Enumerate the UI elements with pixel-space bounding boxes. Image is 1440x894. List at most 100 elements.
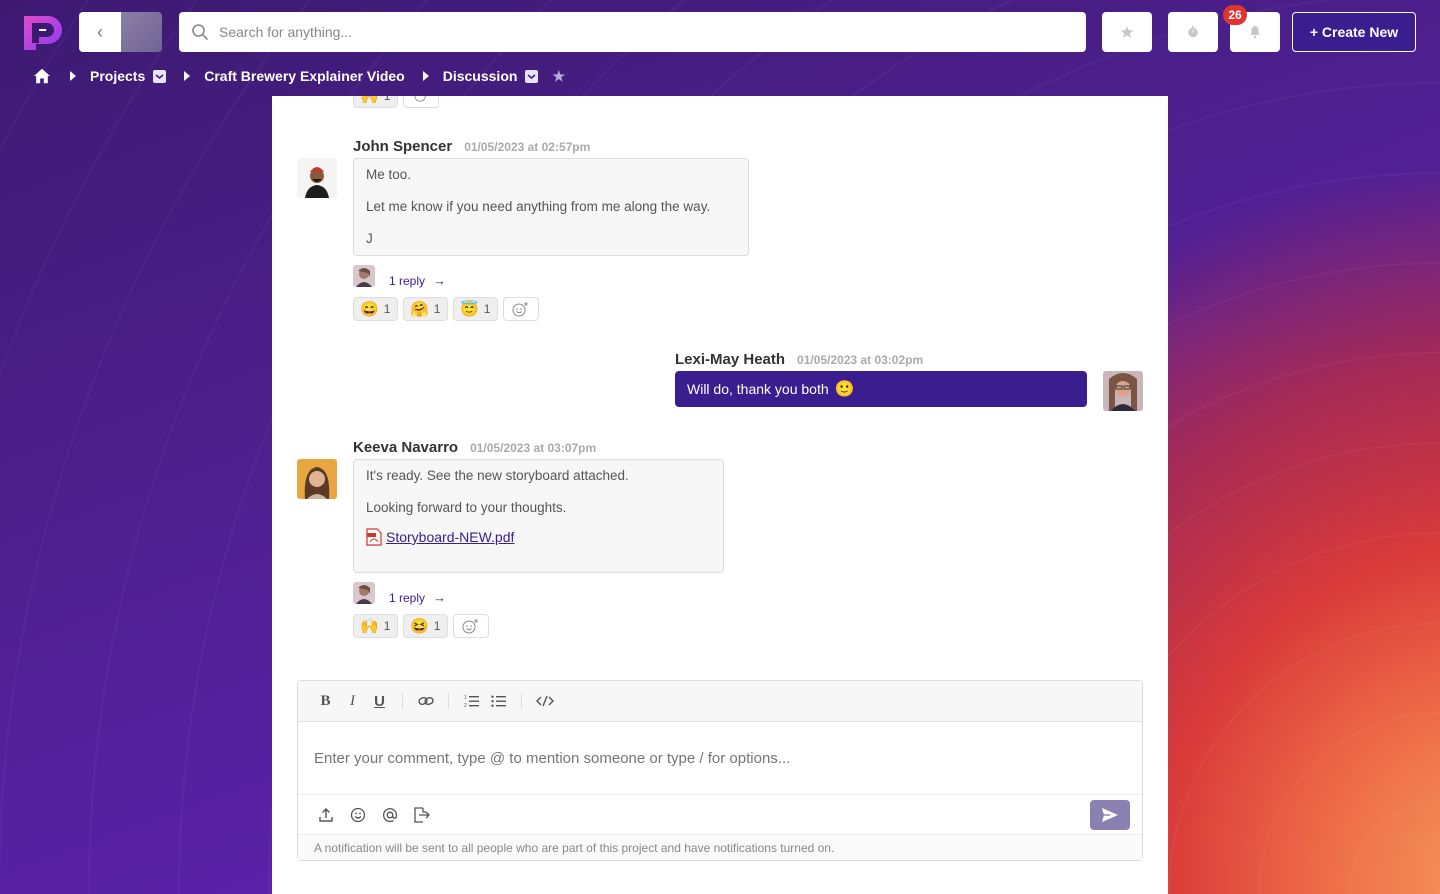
toolbar-divider bbox=[448, 693, 449, 709]
reaction-count: 1 bbox=[433, 619, 441, 633]
attachment: Storyboard-NEW.pdf bbox=[366, 528, 711, 546]
reaction-emoji: 😄 bbox=[360, 300, 379, 318]
view-replies-link[interactable]: 1 reply → bbox=[389, 590, 446, 605]
code-icon[interactable] bbox=[531, 689, 558, 713]
author-name[interactable]: Keeva Navarro bbox=[353, 439, 458, 456]
star-icon bbox=[1120, 26, 1134, 38]
discussion-panel: 🙌 1 John Spencer 01/05/2023 at 02:57pm M… bbox=[272, 96, 1168, 894]
reaction-chip[interactable]: 🙌 1 bbox=[353, 96, 398, 108]
emoji-icon[interactable] bbox=[342, 803, 374, 827]
author-name[interactable]: John Spencer bbox=[353, 138, 452, 155]
favorite-star-icon[interactable]: ★ bbox=[552, 68, 565, 85]
dropdown-toggle-icon[interactable] bbox=[153, 69, 167, 83]
author-name[interactable]: Lexi-May Heath bbox=[675, 351, 785, 368]
composer-actions bbox=[298, 794, 1142, 834]
reaction-emoji: 🙌 bbox=[360, 96, 379, 105]
back-button[interactable]: ‹ bbox=[79, 12, 121, 52]
view-replies-link[interactable]: 1 reply → bbox=[389, 273, 446, 288]
attachment-link[interactable]: Storyboard-NEW.pdf bbox=[386, 529, 514, 545]
back-nav-group: ‹ bbox=[79, 12, 162, 52]
app-logo[interactable] bbox=[22, 12, 64, 52]
pdf-file-icon bbox=[366, 528, 382, 546]
create-new-button[interactable]: + Create New bbox=[1292, 12, 1416, 52]
reaction-emoji: 🙌 bbox=[360, 617, 379, 635]
search-icon bbox=[192, 24, 208, 40]
reaction-chip[interactable]: 😇 1 bbox=[453, 297, 498, 321]
comment-input[interactable] bbox=[298, 722, 1142, 794]
add-reaction-button[interactable] bbox=[403, 96, 439, 108]
message-bubble: It's ready. See the new storyboard attac… bbox=[353, 459, 724, 573]
underline-icon[interactable]: U bbox=[366, 689, 393, 713]
reaction-emoji: 😆 bbox=[410, 617, 429, 635]
reaction-emoji: 🤗 bbox=[410, 300, 429, 318]
toolbar-divider bbox=[521, 693, 522, 709]
home-icon[interactable] bbox=[32, 66, 52, 86]
toolbar-divider bbox=[402, 693, 403, 709]
mention-icon[interactable] bbox=[374, 803, 406, 827]
message-text: Me too. bbox=[366, 167, 412, 182]
numbered-list-icon[interactable]: 12 bbox=[458, 689, 485, 713]
avatar-lexi-may-heath[interactable] bbox=[1103, 371, 1143, 411]
favorites-button[interactable] bbox=[1102, 12, 1152, 52]
notification-note: A notification will be sent to all peopl… bbox=[298, 834, 1142, 860]
reaction-count: 1 bbox=[383, 619, 391, 633]
reaction-chip[interactable]: 😆 1 bbox=[403, 614, 448, 638]
bold-icon[interactable]: B bbox=[312, 689, 339, 713]
message-timestamp: 01/05/2023 at 02:57pm bbox=[464, 140, 591, 154]
avatar-keeva-navarro[interactable] bbox=[297, 459, 337, 499]
breadcrumb-separator-icon bbox=[422, 71, 429, 81]
reply-count: 1 reply bbox=[389, 590, 426, 605]
breadcrumb-projects[interactable]: Projects bbox=[90, 68, 145, 84]
notification-count-badge: 26 bbox=[1223, 5, 1247, 25]
avatar-john-spencer[interactable] bbox=[297, 158, 337, 198]
reaction-count: 1 bbox=[383, 96, 391, 103]
send-icon bbox=[1102, 808, 1118, 822]
message-text: It's ready. See the new storyboard attac… bbox=[366, 468, 629, 483]
send-button[interactable] bbox=[1090, 800, 1130, 830]
italic-icon[interactable]: I bbox=[339, 689, 366, 713]
own-message-bubble: Will do, thank you both 🙂 bbox=[675, 371, 1087, 407]
reaction-count: 1 bbox=[483, 302, 491, 316]
stopwatch-icon bbox=[1188, 25, 1198, 38]
message-header: Keeva Navarro 01/05/2023 at 03:07pm bbox=[353, 439, 596, 456]
reactions-row: 🙌 1 😆 1 bbox=[353, 614, 489, 638]
arrow-right-icon: → bbox=[433, 590, 447, 605]
bullet-list-icon[interactable] bbox=[485, 689, 512, 713]
reaction-count: 1 bbox=[433, 302, 441, 316]
formatting-toolbar: B I U 12 bbox=[298, 681, 1142, 722]
reaction-chip[interactable]: 🤗 1 bbox=[403, 297, 448, 321]
add-emoji-icon bbox=[414, 96, 426, 102]
reaction-count: 1 bbox=[383, 302, 391, 316]
reaction-chip[interactable]: 🙌 1 bbox=[353, 614, 398, 638]
reply-count: 1 reply bbox=[389, 273, 426, 288]
top-bar: ‹ 26 + Create New bbox=[0, 5, 1440, 52]
upload-icon[interactable] bbox=[310, 803, 342, 827]
breadcrumb: Projects Craft Brewery Explainer Video D… bbox=[32, 66, 565, 86]
breadcrumb-separator-icon bbox=[70, 71, 76, 81]
message-text: Looking forward to your thoughts. bbox=[366, 500, 567, 515]
timer-button[interactable] bbox=[1168, 12, 1218, 52]
reactions-row: 🙌 1 bbox=[353, 96, 439, 108]
notifications-button[interactable]: 26 bbox=[1223, 5, 1280, 52]
reaction-chip[interactable]: 😄 1 bbox=[353, 297, 398, 321]
message-text: Let me know if you need anything from me… bbox=[366, 199, 711, 214]
breadcrumb-separator-icon bbox=[184, 71, 191, 81]
reply-avatar bbox=[353, 265, 375, 287]
bell-icon bbox=[1250, 26, 1260, 39]
add-emoji-icon bbox=[512, 302, 528, 317]
share-file-icon[interactable] bbox=[406, 803, 438, 827]
link-icon[interactable] bbox=[412, 689, 439, 713]
message-bubble: Me too. Let me know if you need anything… bbox=[353, 158, 749, 256]
message-text: J bbox=[366, 231, 373, 246]
svg-text:1: 1 bbox=[464, 695, 467, 701]
search-input[interactable] bbox=[219, 24, 1039, 40]
breadcrumb-discussion[interactable]: Discussion bbox=[443, 68, 518, 84]
previous-page-thumbnail[interactable] bbox=[121, 12, 162, 52]
dropdown-toggle-icon[interactable] bbox=[525, 69, 539, 83]
comment-composer: B I U 12 Enter your comment, type @ to m… bbox=[297, 680, 1143, 861]
search-bar[interactable] bbox=[179, 12, 1086, 52]
message-emoji: 🙂 bbox=[834, 381, 855, 398]
breadcrumb-project[interactable]: Craft Brewery Explainer Video bbox=[204, 68, 404, 84]
add-reaction-button[interactable] bbox=[503, 297, 539, 321]
add-reaction-button[interactable] bbox=[453, 614, 489, 638]
